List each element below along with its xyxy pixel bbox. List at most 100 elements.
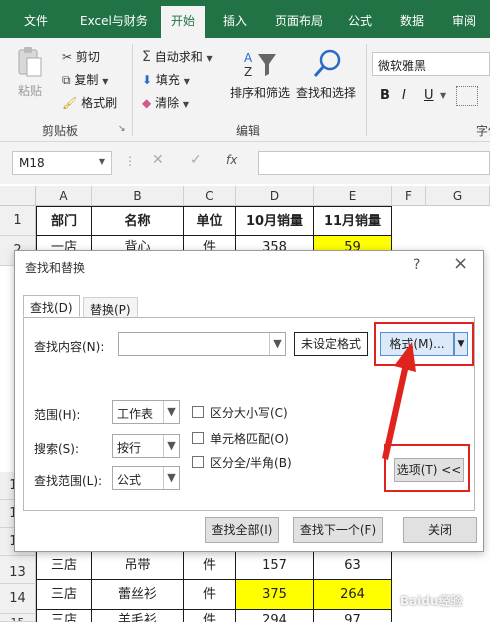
column-header-e[interactable]: E	[314, 186, 392, 206]
tab-insert[interactable]: 插入	[223, 12, 247, 29]
column-header-b[interactable]: B	[92, 186, 184, 206]
close-icon[interactable]: ×	[453, 253, 468, 274]
column-header-d[interactable]: D	[236, 186, 314, 206]
chevron-down-icon: ▼	[183, 77, 190, 86]
enter-icon[interactable]: ✓	[190, 152, 202, 168]
row-header[interactable]: 13	[0, 556, 36, 584]
insert-function-icon[interactable]: fx	[226, 153, 237, 167]
group-separator	[366, 44, 367, 136]
tab-formulas[interactable]: 公式	[348, 12, 372, 29]
sort-filter-icon: A Z	[244, 51, 276, 79]
sort-filter-button[interactable]: A Z	[240, 48, 280, 84]
scissors-icon: ✂	[62, 50, 73, 64]
table-cell[interactable]: 294	[236, 610, 314, 622]
chevron-down-icon[interactable]: ▼	[440, 91, 446, 100]
column-header-f[interactable]: F	[392, 186, 426, 206]
table-cell[interactable]: 单位	[184, 206, 236, 236]
table-cell[interactable]: 63	[314, 552, 392, 580]
formula-input[interactable]	[258, 151, 490, 175]
within-label: 范围(H):	[34, 408, 81, 422]
table-cell[interactable]: 件	[184, 552, 236, 580]
search-select[interactable]: 按行 ▼	[112, 434, 180, 458]
copy-label: 复制	[74, 73, 99, 87]
row-header[interactable]: 15	[0, 614, 36, 622]
tab-file[interactable]: 文件	[24, 12, 48, 29]
border-icon[interactable]	[456, 86, 478, 106]
table-cell[interactable]: 三店	[36, 580, 92, 610]
look-in-select[interactable]: 公式 ▼	[112, 466, 180, 490]
column-header-g[interactable]: G	[426, 186, 490, 206]
fill-button[interactable]: ⬇ 填充 ▼	[142, 71, 190, 88]
table-cell[interactable]: 蕾丝衫	[92, 580, 184, 610]
table-cell[interactable]: 11月销量	[314, 206, 392, 236]
underline-button[interactable]: U	[424, 88, 434, 103]
select-all-corner[interactable]	[0, 186, 36, 206]
table-cell[interactable]: 三店	[36, 610, 92, 622]
table-cell[interactable]: 羊毛衫	[92, 610, 184, 622]
table-cell[interactable]: 名称	[92, 206, 184, 236]
help-button[interactable]: ?	[413, 257, 420, 273]
match-case-checkbox[interactable]	[192, 406, 204, 418]
tab-review[interactable]: 审阅	[452, 12, 476, 29]
column-header-c[interactable]: C	[184, 186, 236, 206]
table-cell[interactable]: 部门	[36, 206, 92, 236]
editing-group-label: 编辑	[236, 124, 261, 138]
font-name-box[interactable]: 微软雅黑	[372, 52, 490, 76]
ribbon: 粘贴 ✂ 剪切 ⧉ 复制 ▼ 🖌 格式刷 剪贴板 ↘ Σ 自动求和 ▼ ⬇ 填充…	[0, 38, 490, 142]
format-preview: 未设定格式	[294, 332, 368, 356]
look-in-value: 公式	[117, 473, 142, 487]
table-cell[interactable]: 97	[314, 610, 392, 622]
copy-button[interactable]: ⧉ 复制 ▼	[62, 71, 108, 88]
copy-icon: ⧉	[62, 73, 71, 87]
font-group-label: 字体	[476, 124, 490, 138]
clear-button[interactable]: ◆ 清除 ▼	[142, 94, 189, 111]
close-button[interactable]: 关闭	[403, 517, 477, 543]
tab-page-layout[interactable]: 页面布局	[275, 12, 323, 29]
table-cell[interactable]: 件	[184, 580, 236, 610]
clear-label: 清除	[155, 96, 180, 110]
tab-home[interactable]: 开始	[161, 6, 206, 38]
format-dropdown-icon[interactable]: ▼	[454, 332, 468, 356]
tab-data[interactable]: 数据	[400, 12, 424, 29]
name-box[interactable]: M18 ▼	[12, 151, 112, 175]
look-in-label: 查找范围(L):	[34, 474, 103, 488]
table-cell[interactable]: 三店	[36, 552, 92, 580]
find-next-button[interactable]: 查找下一个(F)	[293, 517, 383, 543]
eraser-icon: ◆	[142, 96, 152, 110]
within-value: 工作表	[117, 407, 154, 421]
table-cell[interactable]: 件	[184, 610, 236, 622]
column-header-a[interactable]: A	[36, 186, 92, 206]
find-what-label: 查找内容(N):	[34, 340, 105, 354]
table-cell[interactable]: 375	[236, 580, 314, 610]
table-cell[interactable]: 10月销量	[236, 206, 314, 236]
table-cell[interactable]: 264	[314, 580, 392, 610]
row-header[interactable]: 14	[0, 584, 36, 614]
autosum-button[interactable]: Σ 自动求和 ▼	[142, 48, 213, 65]
cancel-icon[interactable]: ✕	[152, 152, 164, 168]
dialog-launcher-icon[interactable]: ↘	[118, 124, 126, 134]
chevron-down-icon: ▼	[163, 467, 179, 489]
bold-button[interactable]: B	[380, 88, 390, 103]
match-width-checkbox[interactable]	[192, 456, 204, 468]
table-cell[interactable]: 157	[236, 552, 314, 580]
chevron-down-icon: ▼	[163, 401, 179, 423]
row-header[interactable]: 1	[0, 206, 36, 236]
clipboard-group-label: 剪贴板	[42, 124, 79, 138]
tab-find[interactable]: 查找(D)	[23, 295, 80, 317]
paste-button[interactable]	[14, 46, 44, 80]
match-entire-checkbox[interactable]	[192, 432, 204, 444]
chevron-down-icon: ▼	[182, 100, 190, 109]
format-painter-button[interactable]: 🖌 格式刷	[62, 94, 117, 111]
find-all-button[interactable]: 查找全部(I)	[205, 517, 279, 543]
tab-replace[interactable]: 替换(P)	[83, 297, 138, 317]
find-select-button[interactable]	[312, 48, 342, 82]
tab-excel-finance[interactable]: Excel与财务	[80, 12, 148, 29]
fill-label: 填充	[155, 73, 180, 87]
options-button[interactable]: 选项(T) <<	[394, 458, 464, 482]
chevron-down-icon[interactable]: ▼	[269, 333, 285, 355]
within-select[interactable]: 工作表 ▼	[112, 400, 180, 424]
italic-button[interactable]: I	[402, 88, 406, 103]
table-cell[interactable]: 吊带	[92, 552, 184, 580]
cut-button[interactable]: ✂ 剪切	[62, 48, 100, 65]
find-what-input[interactable]: ▼	[118, 332, 286, 356]
